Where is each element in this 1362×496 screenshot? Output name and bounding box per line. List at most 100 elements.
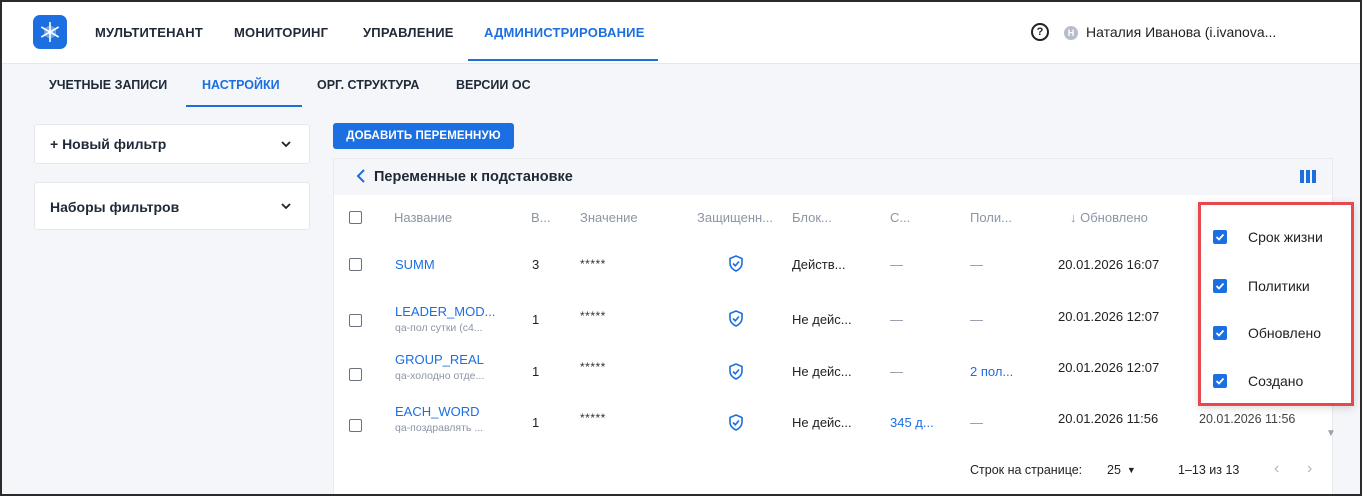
tab-org-structure[interactable]: ОРГ. СТРУКТУРА bbox=[317, 78, 419, 92]
variables-table-card: Переменные к подстановке bbox=[333, 158, 1333, 494]
user-name[interactable]: Наталия Иванова (i.ivanova... bbox=[1086, 24, 1276, 40]
column-option-updated[interactable]: Обновлено bbox=[1213, 325, 1321, 341]
column-chooser-popup: Срок жизни Политики Обновлено Создано bbox=[1198, 202, 1354, 406]
block-cell: Не дейс... bbox=[792, 312, 852, 327]
variable-name-link[interactable]: GROUP_REAL bbox=[395, 352, 484, 367]
scroll-down-arrow-icon[interactable]: ▼ bbox=[1326, 428, 1336, 439]
topnav-administration[interactable]: АДМИНИСТРИРОВАНИЕ bbox=[484, 25, 645, 40]
caret-down-icon: ▼ bbox=[1126, 465, 1136, 475]
col-header-c[interactable]: С... bbox=[890, 210, 910, 225]
c-cell: — bbox=[890, 312, 903, 327]
column-option-label: Срок жизни bbox=[1248, 229, 1323, 245]
column-option-label: Создано bbox=[1248, 373, 1304, 389]
updated-cell: 20.01.2026 12:07 bbox=[1058, 360, 1160, 375]
row-checkbox[interactable] bbox=[349, 368, 362, 381]
value-cell: ***** bbox=[580, 309, 606, 323]
checkbox-checked-icon[interactable] bbox=[1213, 279, 1227, 293]
block-cell: Не дейс... bbox=[792, 415, 852, 430]
select-all-checkbox[interactable] bbox=[349, 211, 362, 224]
c-link[interactable]: 345 д... bbox=[890, 415, 934, 430]
col-header-protected[interactable]: Защищенн... bbox=[697, 210, 773, 225]
col-header-policies[interactable]: Поли... bbox=[970, 210, 1012, 225]
columns-icon[interactable] bbox=[1300, 170, 1316, 183]
variable-description: qa-поздравлять ... bbox=[395, 422, 484, 434]
version-cell: 1 bbox=[532, 312, 540, 327]
version-cell: 1 bbox=[532, 415, 540, 430]
table-title-bar: Переменные к подстановке bbox=[334, 159, 1332, 195]
block-cell: Не дейс... bbox=[792, 364, 852, 379]
created-cell: 20.01.2026 11:56 bbox=[1199, 412, 1296, 426]
shield-check-icon bbox=[729, 363, 743, 380]
checkbox-checked-icon[interactable] bbox=[1213, 326, 1227, 340]
help-icon[interactable]: ? bbox=[1031, 23, 1049, 41]
row-checkbox[interactable] bbox=[349, 314, 362, 327]
policies-cell: — bbox=[970, 415, 983, 430]
new-filter-dropdown[interactable]: + Новый фильтр bbox=[34, 124, 310, 164]
shield-check-icon bbox=[729, 255, 743, 272]
chevron-down-icon bbox=[281, 203, 291, 210]
variable-description: qa-пол сутки (c4... bbox=[395, 322, 483, 334]
topnav-multitenant[interactable]: МУЛЬТИТЕНАНТ bbox=[95, 25, 203, 40]
col-header-name[interactable]: Название bbox=[394, 210, 452, 225]
shield-check-icon bbox=[729, 414, 743, 431]
chevron-down-icon bbox=[281, 141, 291, 148]
updated-cell: 20.01.2026 16:07 bbox=[1058, 257, 1160, 272]
avatar[interactable]: Н bbox=[1064, 26, 1078, 40]
table-title: Переменные к подстановке bbox=[374, 169, 573, 185]
active-tab-indicator bbox=[186, 105, 302, 107]
rows-per-page-value: 25 bbox=[1107, 463, 1121, 477]
value-cell: ***** bbox=[580, 257, 606, 271]
version-cell: 3 bbox=[532, 257, 540, 272]
col-header-block[interactable]: Блок... bbox=[792, 210, 832, 225]
column-option-lifetime[interactable]: Срок жизни bbox=[1213, 229, 1323, 245]
tab-accounts[interactable]: УЧЕТНЫЕ ЗАПИСИ bbox=[49, 78, 167, 92]
updated-cell: 20.01.2026 12:07 bbox=[1058, 309, 1160, 324]
c-cell: — bbox=[890, 257, 903, 272]
logo-snowflake-icon bbox=[40, 22, 60, 42]
variable-name-link[interactable]: SUMM bbox=[395, 257, 435, 272]
topnav-management[interactable]: УПРАВЛЕНИЕ bbox=[363, 25, 454, 40]
column-option-label: Политики bbox=[1248, 278, 1310, 294]
prev-page-icon[interactable]: ‹ bbox=[1274, 460, 1279, 478]
topnav-monitoring[interactable]: МОНИТОРИНГ bbox=[234, 25, 328, 40]
checkbox-checked-icon[interactable] bbox=[1213, 374, 1227, 388]
c-cell: — bbox=[890, 364, 903, 379]
app-logo[interactable] bbox=[33, 15, 67, 49]
shield-check-icon bbox=[729, 310, 743, 327]
rows-per-page-select[interactable]: 25 ▼ bbox=[1107, 463, 1136, 477]
active-nav-indicator bbox=[468, 59, 658, 61]
column-option-label: Обновлено bbox=[1248, 325, 1322, 341]
updated-cell: 20.01.2026 11:56 bbox=[1058, 411, 1159, 426]
rows-per-page-label: Строк на странице: bbox=[970, 463, 1083, 477]
tab-os-versions[interactable]: ВЕРСИИ ОС bbox=[456, 78, 531, 92]
column-option-policies[interactable]: Политики bbox=[1213, 278, 1310, 294]
block-cell: Действ... bbox=[792, 257, 846, 272]
new-filter-label: + Новый фильтр bbox=[50, 136, 167, 152]
column-option-created[interactable]: Создано bbox=[1213, 373, 1303, 389]
sub-tabs: УЧЕТНЫЕ ЗАПИСИ НАСТРОЙКИ ОРГ. СТРУКТУРА … bbox=[2, 64, 1360, 110]
variable-description: qa-холодно отде... bbox=[395, 370, 485, 382]
top-navbar: МУЛЬТИТЕНАНТ МОНИТОРИНГ УПРАВЛЕНИЕ АДМИН… bbox=[2, 2, 1360, 64]
next-page-icon[interactable]: › bbox=[1307, 460, 1312, 478]
value-cell: ***** bbox=[580, 411, 606, 425]
checkbox-checked-icon[interactable] bbox=[1213, 230, 1227, 244]
row-checkbox[interactable] bbox=[349, 258, 362, 271]
col-header-updated[interactable]: ↓ Обновлено bbox=[1070, 210, 1148, 225]
add-variable-button[interactable]: ДОБАВИТЬ ПЕРЕМЕННУЮ bbox=[333, 123, 514, 149]
filter-sets-label: Наборы фильтров bbox=[50, 199, 180, 215]
policies-cell: — bbox=[970, 257, 983, 272]
tab-settings[interactable]: НАСТРОЙКИ bbox=[202, 78, 280, 92]
policies-cell: — bbox=[970, 312, 983, 327]
col-header-version[interactable]: В... bbox=[531, 210, 551, 225]
pagination-range: 1–13 из 13 bbox=[1178, 463, 1240, 477]
policies-link[interactable]: 2 пол... bbox=[970, 364, 1013, 379]
variable-name-link[interactable]: EACH_WORD bbox=[395, 404, 480, 419]
app-window: МУЛЬТИТЕНАНТ МОНИТОРИНГ УПРАВЛЕНИЕ АДМИН… bbox=[0, 0, 1362, 496]
col-header-value[interactable]: Значение bbox=[580, 210, 638, 225]
variable-name-link[interactable]: LEADER_MOD... bbox=[395, 304, 495, 319]
row-checkbox[interactable] bbox=[349, 419, 362, 432]
value-cell: ***** bbox=[580, 360, 606, 374]
filter-sets-dropdown[interactable]: Наборы фильтров bbox=[34, 182, 310, 230]
version-cell: 1 bbox=[532, 364, 540, 379]
chevron-left-icon[interactable] bbox=[354, 168, 368, 184]
